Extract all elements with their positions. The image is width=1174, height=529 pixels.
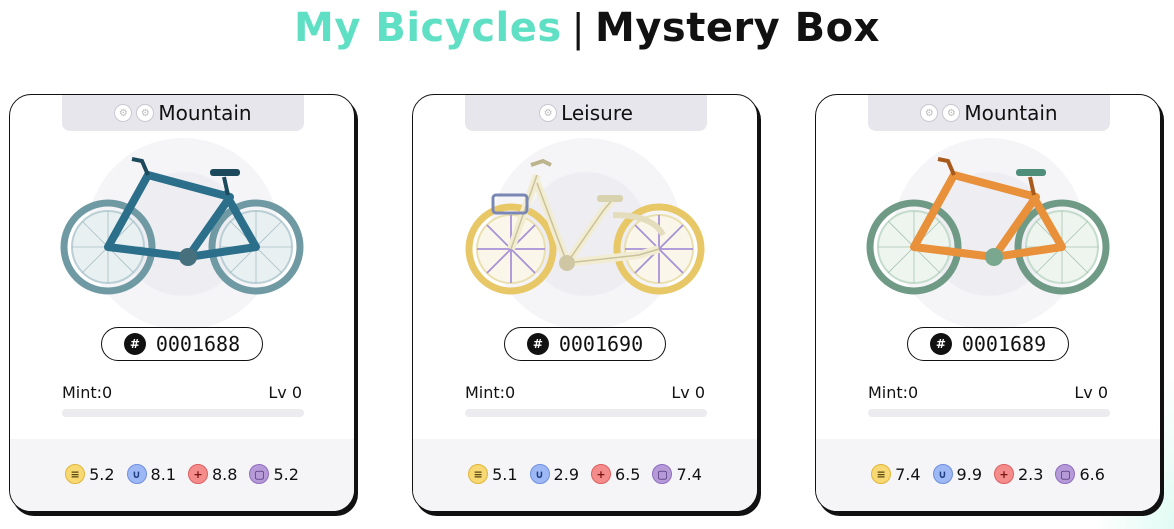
stat-luck: ∪ 2.9 bbox=[529, 464, 579, 484]
bike-image bbox=[866, 157, 1110, 295]
stat-value: 8.8 bbox=[212, 464, 238, 484]
hash-icon: # bbox=[123, 333, 146, 355]
efficiency-icon: ≡ bbox=[468, 464, 489, 484]
stat-luck: ∪ 8.1 bbox=[126, 464, 176, 484]
level-label: Lv 0 bbox=[671, 383, 705, 402]
stat-efficiency: ≡ 5.1 bbox=[468, 464, 518, 484]
bike-type-label: Leisure bbox=[561, 101, 633, 125]
stat-luck: ∪ 9.9 bbox=[932, 464, 982, 484]
stat-value: 2.3 bbox=[1018, 464, 1044, 484]
resilience-icon: ▢ bbox=[652, 464, 673, 484]
level-label: Lv 0 bbox=[1074, 383, 1108, 402]
efficiency-icon: ≡ bbox=[65, 464, 86, 484]
bike-image bbox=[465, 158, 705, 295]
wheel-icon: ⚙ bbox=[920, 104, 939, 122]
stat-value: 9.9 bbox=[956, 464, 982, 484]
stat-comfort: +2.3 bbox=[994, 464, 1043, 484]
bike-type-tab: ⚙ ⚙ Mountain bbox=[868, 95, 1110, 131]
stat-value: 6.5 bbox=[615, 464, 641, 484]
bike-image bbox=[60, 157, 304, 295]
bike-id: 0001689 bbox=[961, 332, 1047, 356]
bicycle-card[interactable]: ⚙ ⚙ Mountain bbox=[9, 94, 355, 512]
comfort-icon: + bbox=[188, 464, 208, 484]
bicycle-card-list: ⚙ ⚙ Mountain # 0001688 Mint:0 Lv 0 ≡ 5.2… bbox=[0, 0, 1174, 529]
luck-icon: ∪ bbox=[529, 464, 550, 484]
stats-row: ≡ 5.2 ∪ 8.1 +8.8 ▢ 5.2 bbox=[10, 462, 354, 486]
wheel-icon: ⚙ bbox=[114, 104, 133, 122]
bike-drawing bbox=[866, 157, 1110, 295]
stats-row: ≡ 7.4 ∪ 9.9 +2.3 ▢ 6.6 bbox=[816, 462, 1160, 486]
bike-drawing bbox=[465, 158, 705, 295]
level-progress-bar bbox=[62, 409, 304, 417]
stat-value: 5.2 bbox=[273, 464, 299, 484]
bike-type-tab: ⚙ Leisure bbox=[465, 95, 707, 131]
mint-count: Mint:0 bbox=[868, 383, 919, 402]
bike-type-label: Mountain bbox=[964, 101, 1058, 125]
stat-value: 8.1 bbox=[150, 464, 176, 484]
stat-comfort: +6.5 bbox=[591, 464, 640, 484]
mint-count: Mint:0 bbox=[62, 383, 113, 402]
bicycle-card[interactable]: ⚙ ⚙ Mountain bbox=[815, 94, 1161, 512]
comfort-icon: + bbox=[591, 464, 611, 484]
comfort-icon: + bbox=[994, 464, 1014, 484]
efficiency-icon: ≡ bbox=[871, 464, 892, 484]
bike-id-badge: # 0001688 bbox=[101, 327, 263, 361]
bicycle-card[interactable]: ⚙ Leisure # 0001690 Mint:0 Lv 0 ≡ 5.1 ∪ … bbox=[412, 94, 758, 512]
bike-id-badge: # 0001689 bbox=[907, 327, 1069, 361]
stat-value: 7.4 bbox=[676, 464, 702, 484]
bike-type-label: Mountain bbox=[158, 101, 252, 125]
resilience-icon: ▢ bbox=[249, 464, 270, 484]
wheel-icon: ⚙ bbox=[136, 104, 155, 122]
bike-id: 0001690 bbox=[558, 332, 644, 356]
wheel-icon: ⚙ bbox=[539, 104, 558, 122]
mint-count: Mint:0 bbox=[465, 383, 516, 402]
stat-value: 5.1 bbox=[492, 464, 518, 484]
level-label: Lv 0 bbox=[268, 383, 302, 402]
bike-type-tab: ⚙ ⚙ Mountain bbox=[62, 95, 304, 131]
stat-resilience: ▢ 5.2 bbox=[249, 464, 299, 484]
hash-icon: # bbox=[929, 333, 952, 355]
stat-resilience: ▢ 6.6 bbox=[1055, 464, 1105, 484]
stat-resilience: ▢ 7.4 bbox=[652, 464, 702, 484]
stat-comfort: +8.8 bbox=[188, 464, 237, 484]
stat-value: 2.9 bbox=[553, 464, 579, 484]
stat-value: 5.2 bbox=[89, 464, 115, 484]
level-progress-bar bbox=[465, 409, 707, 417]
resilience-icon: ▢ bbox=[1055, 464, 1076, 484]
luck-icon: ∪ bbox=[126, 464, 147, 484]
bike-id: 0001688 bbox=[155, 332, 241, 356]
stat-value: 7.4 bbox=[895, 464, 921, 484]
hash-icon: # bbox=[526, 333, 549, 355]
stats-row: ≡ 5.1 ∪ 2.9 +6.5 ▢ 7.4 bbox=[413, 462, 757, 486]
level-progress-bar bbox=[868, 409, 1110, 417]
luck-icon: ∪ bbox=[932, 464, 953, 484]
bike-drawing bbox=[60, 157, 304, 295]
bike-id-badge: # 0001690 bbox=[504, 327, 666, 361]
stat-efficiency: ≡ 7.4 bbox=[871, 464, 921, 484]
stat-efficiency: ≡ 5.2 bbox=[65, 464, 115, 484]
stat-value: 6.6 bbox=[1079, 464, 1105, 484]
wheel-icon: ⚙ bbox=[942, 104, 961, 122]
